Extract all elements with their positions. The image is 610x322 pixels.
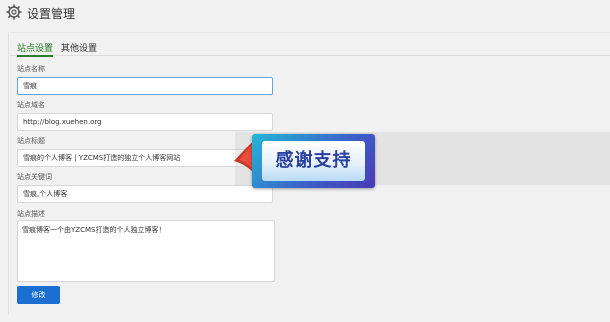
site-name-input[interactable]: 雪痕	[17, 77, 273, 95]
gear-icon	[6, 4, 22, 20]
site-description-textarea[interactable]: 雪痕博客一个由YZCMS打造的个人独立博客！	[17, 220, 275, 282]
site-keywords-label: 站点关键词	[17, 173, 52, 181]
site-name-label: 站点名称	[17, 65, 45, 73]
submit-button[interactable]: 修改	[17, 286, 60, 304]
site-description-label: 站点描述	[17, 210, 45, 218]
tab-other-settings[interactable]: 其他设置	[61, 41, 97, 54]
site-domain-input[interactable]: http://blog.xuehen.org	[17, 113, 273, 131]
tab-site-settings[interactable]: 站点设置	[17, 41, 54, 57]
tab-bar: 站点设置 其他设置	[9, 33, 610, 57]
site-domain-label: 站点域名	[17, 101, 45, 109]
thanks-banner-text: 感谢支持	[262, 141, 365, 181]
site-title-label: 站点标题	[17, 137, 45, 145]
page-title: 设置管理	[27, 7, 76, 21]
page-header: 设置管理	[0, 0, 610, 26]
thanks-banner: 感谢支持	[252, 134, 375, 188]
